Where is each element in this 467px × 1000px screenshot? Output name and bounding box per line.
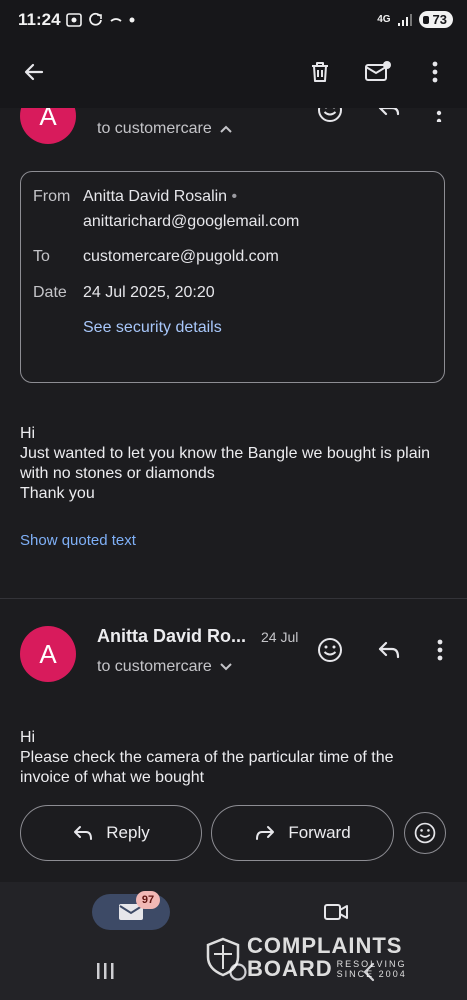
watermark-line2: BOARD	[247, 956, 333, 981]
reply-icon	[74, 826, 93, 840]
recipient-toggle[interactable]: to customercare	[97, 658, 232, 676]
emoji-icon	[414, 822, 436, 844]
body-line: invoice of what we bought	[20, 769, 205, 786]
body-line: Just wanted to let you know the Bangle w…	[20, 445, 431, 462]
message-more-button-partial[interactable]	[436, 108, 442, 122]
reply-label: Reply	[106, 823, 150, 842]
date-label: Date	[33, 284, 67, 301]
reply-action-button[interactable]: Reply	[20, 805, 202, 861]
forward-icon	[256, 826, 275, 840]
status-right: 4G 73	[377, 11, 453, 28]
status-notification-icons	[66, 12, 135, 27]
recents-icon	[97, 963, 114, 979]
shield-logo-icon	[206, 937, 240, 977]
recipient-line: to customercare	[97, 120, 212, 137]
message-divider	[0, 598, 467, 599]
sender-avatar[interactable]: A	[20, 626, 76, 682]
forward-label: Forward	[288, 823, 351, 842]
body-line: Please check the camera of the particula…	[20, 749, 394, 766]
signal-icon	[397, 13, 412, 26]
forward-action-button[interactable]: Forward	[211, 805, 394, 861]
message-details-panel: From Anitta David Rosalin • anittarichar…	[20, 171, 445, 383]
nav-meet-tab[interactable]	[320, 900, 352, 924]
emoji-react-button-partial[interactable]	[316, 108, 346, 124]
more-vert-icon	[437, 639, 443, 661]
recent-apps-button[interactable]	[95, 962, 115, 980]
body-line: with no stones or diamonds	[20, 465, 215, 482]
video-icon	[324, 904, 348, 920]
complaintsboard-watermark: COMPLAINTS BOARD RESOLVING SINCE 2004	[205, 934, 407, 980]
network-type: 4G	[377, 13, 391, 25]
date-value: 24 Jul 2025, 20:20	[83, 284, 215, 301]
watermark-tag2: SINCE 2004	[336, 968, 407, 979]
from-name-text: Anitta David Rosalin	[83, 188, 228, 205]
sync-icon	[89, 12, 102, 26]
reply-button[interactable]	[374, 636, 404, 664]
unread-badge: 97	[136, 891, 160, 909]
to-value: customercare@pugold.com	[83, 248, 279, 265]
back-button-overlay[interactable]	[14, 52, 54, 92]
delete-button-overlay[interactable]	[300, 52, 340, 92]
body-line: Hi	[20, 729, 36, 746]
recipient-toggle[interactable]: to customercare	[97, 120, 232, 138]
security-details-link[interactable]: See security details	[83, 319, 222, 337]
more-options-button-overlay[interactable]	[415, 52, 455, 92]
from-email: anittarichard@googlemail.com	[83, 213, 300, 230]
from-label: From	[33, 188, 71, 205]
emoji-icon	[318, 108, 342, 122]
battery-indicator: 73	[418, 11, 453, 28]
to-label: To	[33, 248, 50, 265]
message-body: Hi Please check the camera of the partic…	[20, 728, 450, 788]
trash-icon	[312, 62, 328, 82]
reply-icon	[378, 641, 400, 659]
message-body: Hi Just wanted to let you know the Bangl…	[20, 424, 450, 504]
status-time: 11:24	[18, 10, 61, 29]
show-quoted-text-link[interactable]: Show quoted text	[20, 532, 136, 549]
watermark-line1: COMPLAINTS	[247, 933, 403, 958]
app-bar-overlay	[0, 40, 467, 108]
recipient-line: to customercare	[97, 658, 212, 675]
minus-icon	[110, 17, 122, 22]
message-more-button[interactable]	[430, 636, 450, 664]
screenshot-icon	[66, 12, 82, 27]
status-bar: 11:24 4G 73	[0, 0, 467, 40]
chevron-down-icon	[220, 663, 232, 671]
watermark-text: COMPLAINTS BOARD RESOLVING SINCE 2004	[247, 934, 407, 980]
reply-button-partial[interactable]	[377, 108, 403, 120]
chevron-up-icon	[220, 125, 232, 133]
from-name: Anitta David Rosalin •	[83, 188, 238, 205]
message-date: 24 Jul	[261, 629, 299, 645]
avatar-letter: A	[39, 638, 57, 669]
mail-unread-icon	[365, 61, 391, 81]
emoji-reaction-button[interactable]	[404, 812, 446, 854]
emoji-react-button[interactable]	[314, 634, 346, 666]
body-line: Thank you	[20, 485, 95, 502]
reply-icon	[378, 108, 400, 116]
emoji-icon	[318, 638, 342, 662]
more-vert-icon	[436, 110, 442, 122]
dot-icon	[129, 17, 135, 22]
sender-name: Anitta David Ro...	[97, 626, 247, 646]
back-arrow-icon	[24, 63, 44, 81]
body-line: Hi	[20, 425, 36, 442]
more-vert-icon	[432, 61, 438, 83]
mark-unread-button-overlay[interactable]	[358, 52, 398, 92]
watermark-tag1: RESOLVING	[336, 958, 407, 969]
